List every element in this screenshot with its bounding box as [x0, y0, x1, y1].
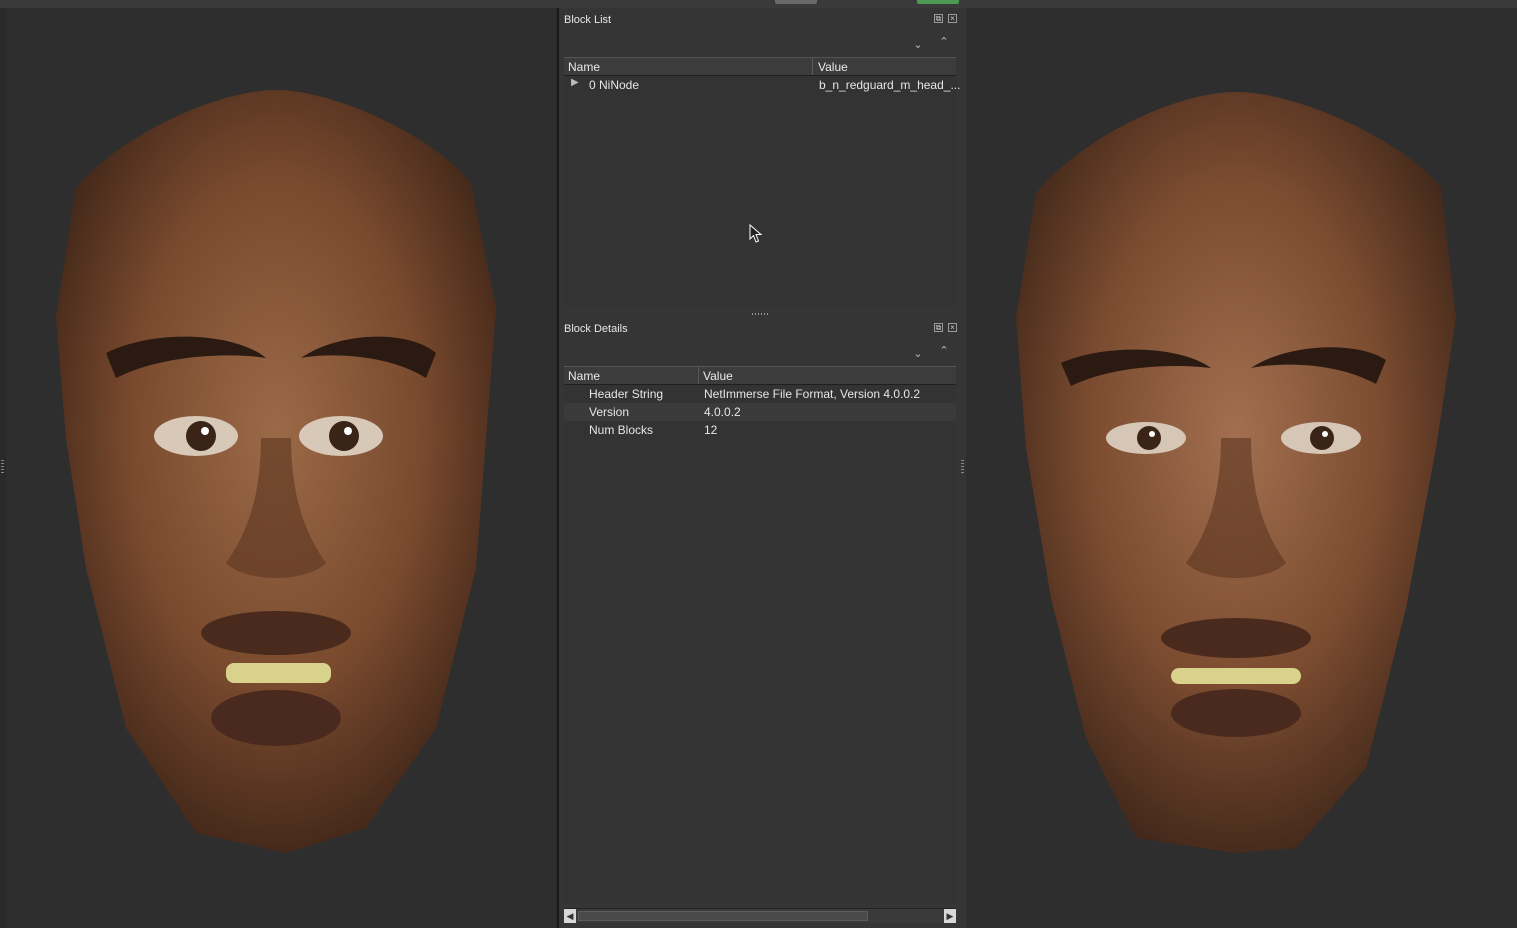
render-viewport-left[interactable] [6, 8, 556, 928]
chevron-down-icon[interactable]: ⌄ [912, 348, 924, 360]
column-header-value[interactable]: Value [818, 60, 848, 74]
splitter-grip[interactable] [961, 460, 964, 474]
horizontal-scrollbar[interactable]: ◀ ▶ [564, 908, 956, 923]
head-model-render-right [1016, 92, 1456, 853]
block-list-tree[interactable]: Name Value ▶ 0 NiNode b_n_redguard_m_hea… [564, 57, 960, 307]
top-strip [0, 0, 1517, 8]
mouse-cursor-icon [749, 224, 763, 243]
scrollbar-thumb[interactable] [578, 911, 868, 921]
row-value: 12 [704, 423, 718, 437]
chevron-up-icon[interactable]: ⌃ [938, 36, 950, 48]
close-icon[interactable]: × [948, 14, 957, 23]
head-model-render-left [56, 90, 496, 853]
chevron-up-icon[interactable]: ⌃ [938, 345, 950, 357]
row-name: 0 NiNode [589, 78, 640, 92]
detail-row[interactable]: Num Blocks 12 [564, 421, 956, 439]
row-value: b_n_redguard_m_head_... [819, 78, 961, 92]
splitter-grip[interactable] [1, 460, 4, 474]
row-name: Version [589, 405, 630, 419]
triangle-right-icon[interactable]: ▶ [571, 77, 579, 88]
detail-row[interactable]: Version 4.0.0.2 [564, 403, 956, 421]
dock-tab-hint-active[interactable] [917, 0, 959, 4]
dock-column: Block List ⧉ × ⌄ ⌃ Name Value ▶ 0 NiNode… [557, 8, 966, 928]
tree-row[interactable]: ▶ 0 NiNode b_n_redguard_m_head_... [564, 76, 960, 94]
chevron-down-icon[interactable]: ⌄ [912, 39, 924, 51]
row-name: Header String [589, 387, 664, 401]
dock-tab-hint[interactable] [775, 0, 817, 4]
row-name: Num Blocks [589, 423, 654, 437]
scroll-right-icon[interactable]: ▶ [944, 909, 956, 923]
block-details-tree[interactable]: Name Value Header String NetImmerse File… [564, 366, 956, 904]
close-icon[interactable]: × [948, 323, 957, 332]
render-viewport-right[interactable] [966, 8, 1517, 928]
float-icon[interactable]: ⧉ [934, 323, 943, 332]
block-details-header: Name Value [564, 366, 956, 385]
detail-row[interactable]: Header String NetImmerse File Format, Ve… [564, 385, 956, 403]
row-value: NetImmerse File Format, Version 4.0.0.2 [704, 387, 921, 401]
column-header-value[interactable]: Value [703, 369, 733, 383]
block-details-title: Block Details [564, 323, 628, 335]
float-icon[interactable]: ⧉ [934, 14, 943, 23]
block-list-header: Name Value [564, 57, 956, 76]
scroll-left-icon[interactable]: ◀ [564, 909, 576, 923]
column-header-name[interactable]: Name [568, 60, 600, 74]
column-header-name[interactable]: Name [568, 369, 600, 383]
dock-splitter[interactable] [752, 313, 768, 315]
block-list-title: Block List [564, 14, 612, 26]
row-value: 4.0.0.2 [704, 405, 741, 419]
